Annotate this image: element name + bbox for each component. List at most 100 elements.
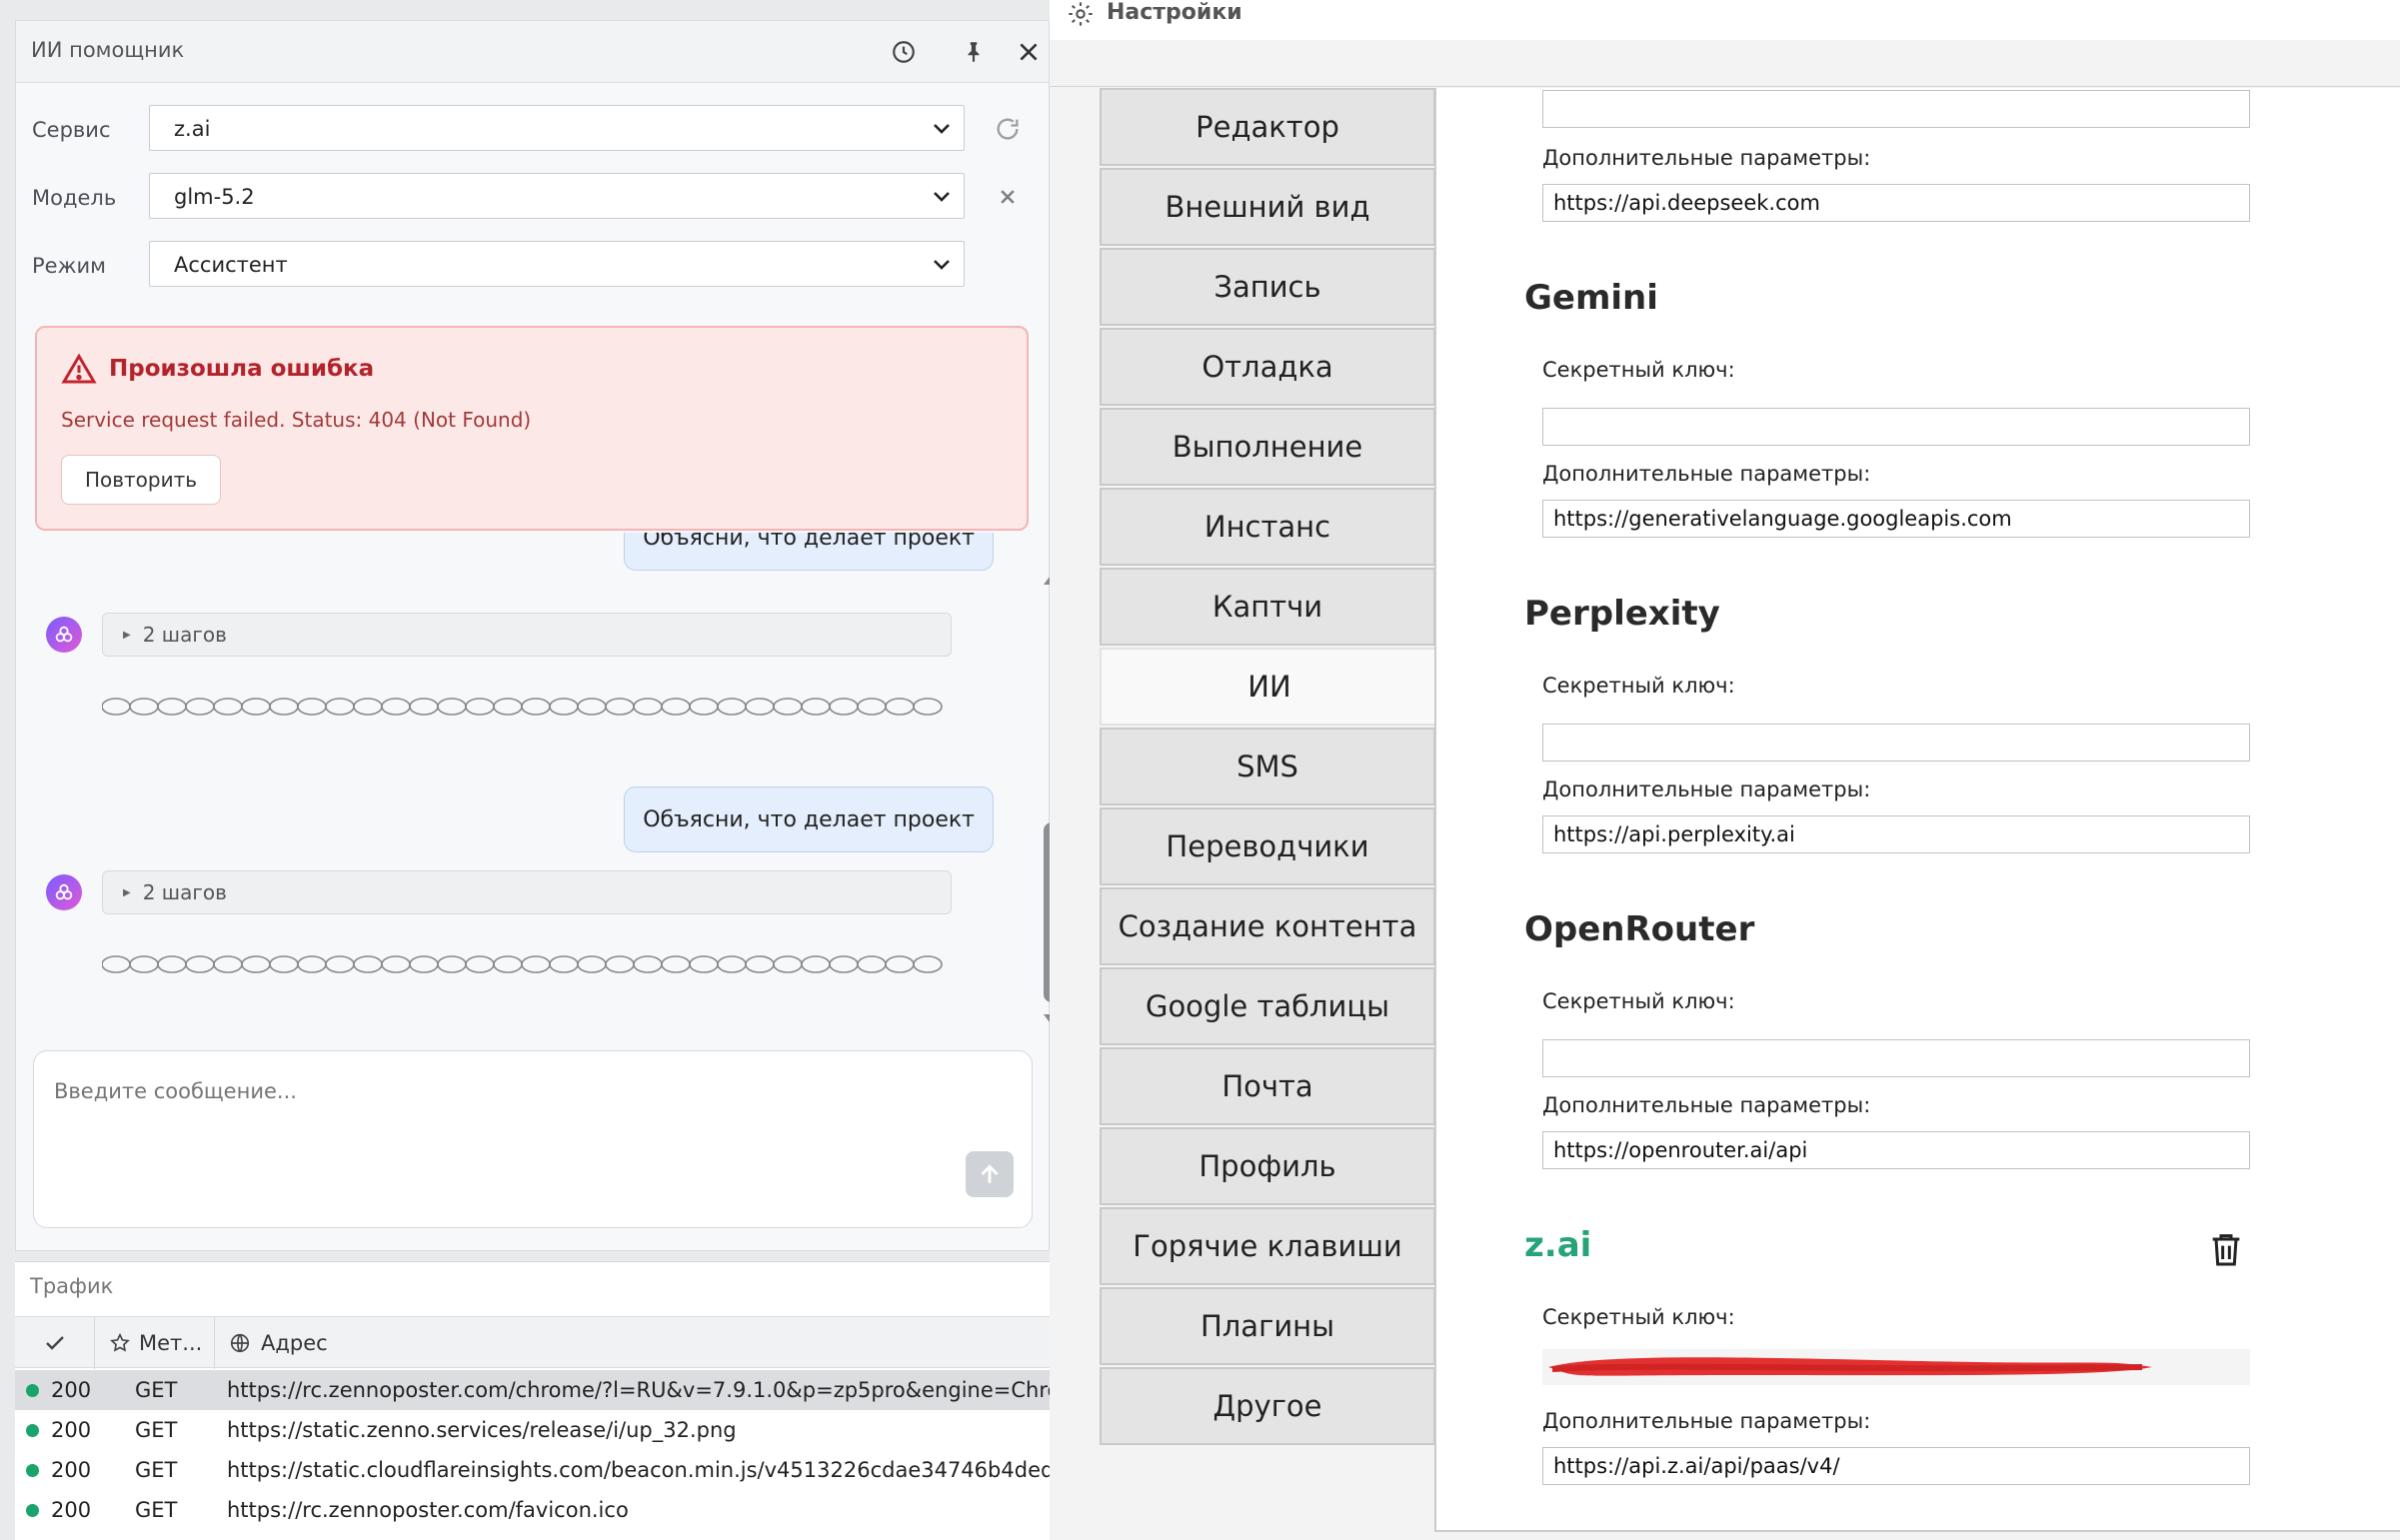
nav-item-recording[interactable]: Запись xyxy=(1100,248,1435,326)
nav-item-hotkeys[interactable]: Горячие клавиши xyxy=(1100,1207,1435,1285)
nav-item-instance[interactable]: Инстанс xyxy=(1100,488,1435,566)
traffic-url: https://static.zenno.services/release/i/… xyxy=(227,1418,737,1442)
steps-toggle[interactable]: ▶ 2 шагов xyxy=(102,870,952,914)
gemini-secret-key-field[interactable] xyxy=(1542,408,2250,446)
nav-item-sms[interactable]: SMS xyxy=(1100,728,1435,805)
gemini-params-field[interactable]: https://generativelanguage.googleapis.co… xyxy=(1542,500,2250,538)
loading-indicator xyxy=(102,698,943,716)
redaction-mark xyxy=(1542,1349,2250,1385)
refresh-icon[interactable] xyxy=(992,113,1024,145)
nav-item-captcha[interactable]: Каптчи xyxy=(1100,568,1435,646)
traffic-title: Трафик xyxy=(30,1274,114,1298)
traffic-status: 200 xyxy=(51,1418,92,1442)
warning-icon xyxy=(61,353,97,384)
traffic-row[interactable]: 200 GET https://rc.zennoposter.com/chrom… xyxy=(15,1370,1120,1410)
traffic-url: https://rc.zennoposter.com/chrome/?l=RU&… xyxy=(227,1378,1121,1402)
error-card: Произошла ошибка Service request failed.… xyxy=(35,326,1029,531)
openrouter-secret-key-field[interactable] xyxy=(1542,1039,2250,1077)
service-value: z.ai xyxy=(174,117,211,141)
steps-label: 2 шагов xyxy=(142,623,227,647)
chevron-down-icon xyxy=(934,124,950,134)
ai-settings-content: Дополнительные параметры: https://api.de… xyxy=(1434,88,2400,1532)
nav-item-editor[interactable]: Редактор xyxy=(1100,88,1435,166)
traffic-status: 200 xyxy=(51,1498,92,1522)
ai-assistant-panel: ИИ помощник Сервис z.ai Модель glm-5.2 Р… xyxy=(15,20,1062,1251)
user-message-bubble: Объясни, что делает проект xyxy=(624,786,994,852)
loading-indicator xyxy=(102,955,943,973)
mode-row: Режим Ассистент xyxy=(16,241,1049,291)
retry-button[interactable]: Повторить xyxy=(61,455,221,505)
column-check[interactable] xyxy=(15,1317,95,1369)
model-value: glm-5.2 xyxy=(174,185,255,209)
assistant-avatar xyxy=(46,617,82,653)
assistant-title: ИИ помощник xyxy=(31,38,185,62)
pin-icon[interactable] xyxy=(957,35,991,69)
gear-icon xyxy=(1069,2,1093,26)
message-input[interactable] xyxy=(54,1071,954,1111)
openrouter-secret-label: Секретный ключ: xyxy=(1542,989,1735,1013)
checkmark-icon xyxy=(45,1336,64,1350)
nav-item-mail[interactable]: Почта xyxy=(1100,1047,1435,1125)
model-select[interactable]: glm-5.2 xyxy=(149,173,965,219)
traffic-url: https://rc.zennoposter.com/favicon.ico xyxy=(227,1498,629,1522)
globe-icon xyxy=(230,1333,250,1353)
zai-secret-label: Секретный ключ: xyxy=(1542,1305,1735,1329)
zai-secret-key-field[interactable] xyxy=(1542,1345,2250,1389)
nav-item-execution[interactable]: Выполнение xyxy=(1100,408,1435,486)
nav-item-appearance[interactable]: Внешний вид xyxy=(1100,168,1435,246)
zai-params-label: Дополнительные параметры: xyxy=(1542,1409,1871,1433)
chevron-down-icon xyxy=(934,192,950,202)
nav-item-google-sheets[interactable]: Google таблицы xyxy=(1100,967,1435,1045)
traffic-row[interactable]: 200 GET https://static.zenno.services/re… xyxy=(15,1410,1050,1450)
deepseek-params-field[interactable]: https://api.deepseek.com xyxy=(1542,184,2250,222)
history-icon[interactable] xyxy=(887,35,921,69)
service-select[interactable]: z.ai xyxy=(149,105,965,151)
send-button[interactable] xyxy=(966,1151,1014,1197)
openrouter-params-field[interactable]: https://openrouter.ai/api xyxy=(1542,1131,2250,1169)
steps-toggle[interactable]: ▶ 2 шагов xyxy=(102,613,952,657)
traffic-row[interactable]: 200 GET https://static.cloudflareinsight… xyxy=(15,1450,1122,1490)
user-message-bubble: Объясни, что делает проект xyxy=(624,533,994,571)
message-composer xyxy=(33,1050,1033,1228)
gemini-params-label: Дополнительные параметры: xyxy=(1542,462,1871,486)
column-address-label: Адрес xyxy=(261,1331,328,1355)
deepseek-secret-key-field[interactable] xyxy=(1542,90,2250,128)
perplexity-secret-label: Секретный ключ: xyxy=(1542,674,1735,698)
star-icon xyxy=(110,1332,130,1352)
openrouter-title: OpenRouter xyxy=(1524,909,1755,949)
status-dot-icon xyxy=(26,1424,39,1437)
nav-item-profile[interactable]: Профиль xyxy=(1100,1127,1435,1205)
mode-select[interactable]: Ассистент xyxy=(149,241,965,287)
model-label: Модель xyxy=(32,186,117,210)
divider xyxy=(1050,86,2400,87)
column-method-label: Мет... xyxy=(139,1331,203,1355)
settings-title: Настройки xyxy=(1107,0,1242,25)
gemini-secret-label: Секретный ключ: xyxy=(1542,358,1735,382)
perplexity-params-field[interactable]: https://api.perplexity.ai xyxy=(1542,815,2250,853)
status-dot-icon xyxy=(26,1504,39,1517)
nav-item-debug[interactable]: Отладка xyxy=(1100,328,1435,406)
zai-params-field[interactable]: https://api.z.ai/api/paas/v4/ xyxy=(1542,1447,2250,1485)
nav-item-content-creation[interactable]: Создание контента xyxy=(1100,887,1435,965)
arrow-up-icon xyxy=(981,1164,999,1183)
column-method[interactable]: Мет... xyxy=(95,1317,215,1369)
perplexity-secret-key-field[interactable] xyxy=(1542,724,2250,762)
nav-item-plugins[interactable]: Плагины xyxy=(1100,1287,1435,1365)
assistant-header: ИИ помощник xyxy=(16,21,1049,83)
nav-item-translators[interactable]: Переводчики xyxy=(1100,807,1435,885)
nav-item-other[interactable]: Другое xyxy=(1100,1367,1435,1445)
traffic-row[interactable]: 200 GET https://rc.zennoposter.com/favic… xyxy=(15,1490,1050,1530)
trash-icon[interactable] xyxy=(2206,1227,2246,1271)
chat-history: Объясни, что делает проект ▶ 2 шагов Объ… xyxy=(16,533,1036,1022)
nav-item-ai[interactable]: ИИ xyxy=(1100,648,1437,726)
deepseek-params-label: Дополнительные параметры: xyxy=(1542,146,1871,170)
ai-assistant-region: ИИ помощник Сервис z.ai Модель glm-5.2 Р… xyxy=(0,0,1122,1540)
column-address[interactable]: Адрес xyxy=(215,1317,1050,1369)
openrouter-params-label: Дополнительные параметры: xyxy=(1542,1093,1871,1117)
mode-label: Режим xyxy=(32,254,106,278)
traffic-method: GET xyxy=(135,1418,178,1442)
clear-model-icon[interactable] xyxy=(992,181,1024,213)
error-title: Произошла ошибка xyxy=(109,356,375,382)
status-dot-icon xyxy=(26,1384,39,1397)
close-icon[interactable] xyxy=(1012,35,1046,69)
